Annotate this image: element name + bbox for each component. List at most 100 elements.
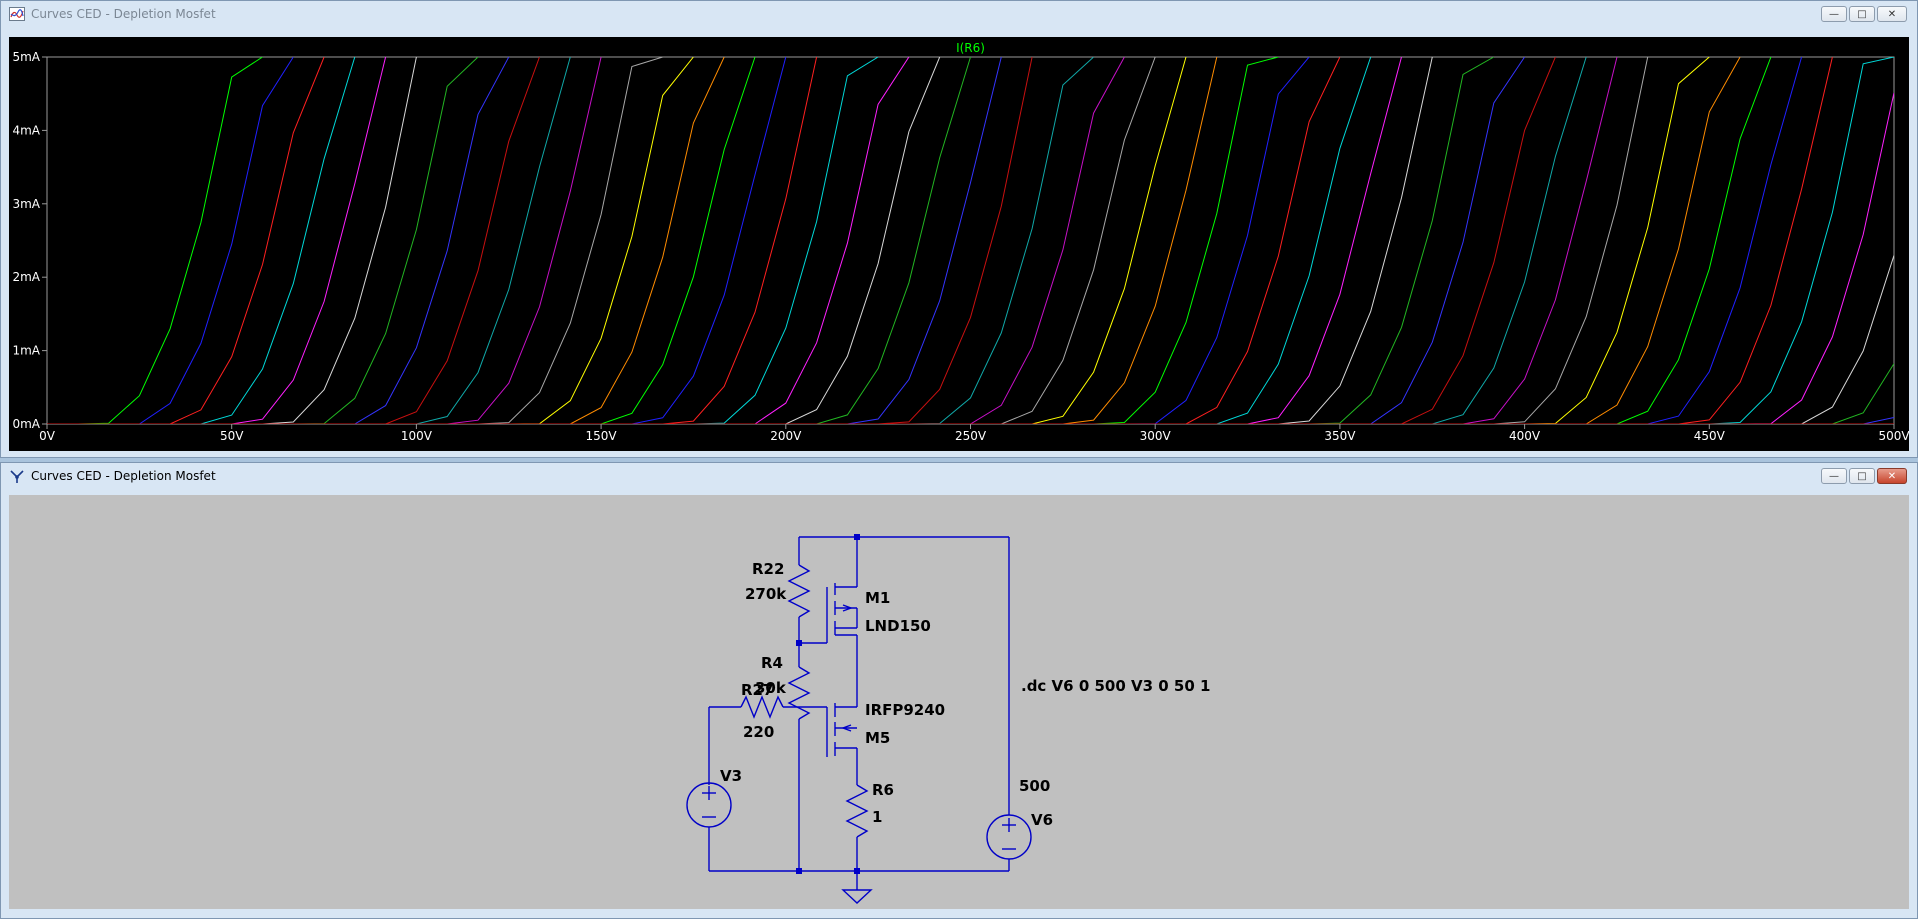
series-curve bbox=[47, 57, 1433, 424]
series-curve bbox=[47, 57, 1618, 424]
x-tick-label: 50V bbox=[220, 429, 244, 443]
series-curve bbox=[47, 57, 1094, 424]
close-button[interactable]: ✕ bbox=[1877, 6, 1907, 22]
v6-label[interactable]: V6 bbox=[1031, 811, 1053, 829]
maximize-icon: □ bbox=[1857, 8, 1867, 20]
y-tick-label: 0mA bbox=[12, 417, 40, 431]
series-curve bbox=[47, 57, 263, 424]
minimize-icon: — bbox=[1829, 470, 1839, 482]
r22-label[interactable]: R22 bbox=[752, 560, 784, 578]
schematic-canvas[interactable]: R22 270k M1 LND150 R4 30k R27 220 IRFP92… bbox=[9, 495, 1909, 909]
close-icon: ✕ bbox=[1887, 470, 1897, 482]
series-curve bbox=[47, 57, 1341, 424]
series-curve bbox=[47, 57, 756, 424]
close-icon: ✕ bbox=[1887, 8, 1897, 20]
series-curve bbox=[47, 57, 1803, 424]
series-curve bbox=[47, 57, 787, 424]
series-curve bbox=[47, 57, 1772, 424]
maximize-icon: □ bbox=[1857, 470, 1867, 482]
series-curve bbox=[47, 57, 1218, 424]
r6-label[interactable]: R6 bbox=[872, 781, 894, 799]
plot-window-title: Curves CED - Depletion Mosfet bbox=[31, 7, 216, 21]
plot-window: Curves CED - Depletion Mosfet — □ ✕ I(R6… bbox=[0, 0, 1918, 458]
schematic-icon bbox=[9, 468, 25, 484]
m1-model[interactable]: LND150 bbox=[865, 617, 931, 635]
series-curve bbox=[47, 57, 1649, 424]
series-curve bbox=[47, 57, 941, 424]
trace-label: I(R6) bbox=[956, 41, 985, 55]
series-curve bbox=[47, 57, 1187, 424]
schematic-window: Curves CED - Depletion Mosfet — □ ✕ R22 … bbox=[0, 462, 1918, 919]
series-curve bbox=[47, 57, 571, 424]
schematic-window-title: Curves CED - Depletion Mosfet bbox=[31, 469, 216, 483]
y-tick-label: 4mA bbox=[12, 123, 40, 137]
series-curve bbox=[47, 57, 510, 424]
series-curve bbox=[47, 57, 1894, 424]
r27-label[interactable]: R27 bbox=[741, 681, 773, 699]
series-curve bbox=[47, 57, 818, 424]
m5-model[interactable]: IRFP9240 bbox=[865, 701, 945, 719]
m5-label[interactable]: M5 bbox=[865, 729, 890, 747]
waveform-icon bbox=[9, 6, 25, 22]
maximize-button[interactable]: □ bbox=[1849, 6, 1875, 22]
v3-label[interactable]: V3 bbox=[720, 767, 742, 785]
series-curve bbox=[47, 57, 356, 424]
series-curve bbox=[47, 57, 1741, 424]
series-curve bbox=[47, 57, 1033, 424]
x-tick-label: 350V bbox=[1324, 429, 1356, 443]
series-curve bbox=[47, 57, 1310, 424]
series-curve bbox=[47, 57, 1002, 424]
x-tick-label: 250V bbox=[955, 429, 987, 443]
series-curve bbox=[47, 57, 1587, 424]
x-tick-label: 100V bbox=[401, 429, 433, 443]
y-tick-label: 3mA bbox=[12, 197, 40, 211]
minimize-button[interactable]: — bbox=[1821, 6, 1847, 22]
x-tick-label: 500V bbox=[1878, 429, 1909, 443]
y-tick-label: 2mA bbox=[12, 270, 40, 284]
series-curve bbox=[47, 57, 1495, 424]
spice-directive[interactable]: .dc V6 0 500 V3 0 50 1 bbox=[1021, 677, 1210, 695]
series-curve bbox=[47, 57, 694, 424]
waveform-plot[interactable]: I(R6) 0V 50V 100V 150V 200V 250V 300V 350V 400V 45… bbox=[9, 37, 1910, 451]
series-curve bbox=[47, 57, 1526, 424]
series-curve bbox=[47, 57, 910, 424]
m1-label[interactable]: M1 bbox=[865, 589, 890, 607]
series-curve bbox=[47, 57, 602, 424]
schematic-wires bbox=[686, 536, 1032, 904]
y-tick-label: 5mA bbox=[12, 50, 40, 64]
r4-label[interactable]: R4 bbox=[761, 654, 783, 672]
series-curve bbox=[47, 255, 1894, 424]
x-tick-label: 0V bbox=[39, 429, 56, 443]
x-tick-label: 400V bbox=[1509, 429, 1541, 443]
schematic-minimize-button[interactable]: — bbox=[1821, 468, 1847, 484]
series-curve bbox=[47, 57, 417, 424]
series-curve bbox=[47, 363, 1894, 424]
r27-value[interactable]: 220 bbox=[743, 723, 774, 741]
series-curve bbox=[47, 57, 540, 424]
v6-value[interactable]: 500 bbox=[1019, 777, 1050, 795]
series-curve bbox=[47, 57, 1556, 424]
y-tick-label: 1mA bbox=[12, 344, 40, 358]
schematic-svg[interactable]: R22 270k M1 LND150 R4 30k R27 220 IRFP92… bbox=[9, 495, 1909, 909]
series-curve bbox=[47, 57, 879, 424]
series-curve bbox=[47, 57, 387, 424]
series-curve bbox=[47, 57, 1156, 424]
series-curve bbox=[47, 57, 1279, 424]
curve-series-group bbox=[47, 57, 1894, 424]
x-tick-label: 450V bbox=[1694, 429, 1726, 443]
r6-value[interactable]: 1 bbox=[872, 808, 882, 826]
x-tick-label: 300V bbox=[1140, 429, 1172, 443]
plot-canvas[interactable]: I(R6) 0V 50V 100V 150V 200V 250V 300V 350V 400V 45… bbox=[9, 37, 1910, 451]
schematic-close-button[interactable]: ✕ bbox=[1877, 468, 1907, 484]
series-curve bbox=[47, 57, 971, 424]
minimize-icon: — bbox=[1829, 8, 1839, 20]
series-curve bbox=[47, 57, 1833, 424]
series-curve bbox=[47, 57, 1402, 424]
series-curve bbox=[47, 57, 325, 424]
schematic-maximize-button[interactable]: □ bbox=[1849, 468, 1875, 484]
x-tick-label: 150V bbox=[586, 429, 618, 443]
r22-value[interactable]: 270k bbox=[745, 585, 787, 603]
plot-window-titlebar[interactable]: Curves CED - Depletion Mosfet — □ ✕ bbox=[1, 1, 1917, 27]
schematic-window-titlebar[interactable]: Curves CED - Depletion Mosfet — □ ✕ bbox=[1, 463, 1917, 489]
plot-frame bbox=[46, 56, 1895, 425]
